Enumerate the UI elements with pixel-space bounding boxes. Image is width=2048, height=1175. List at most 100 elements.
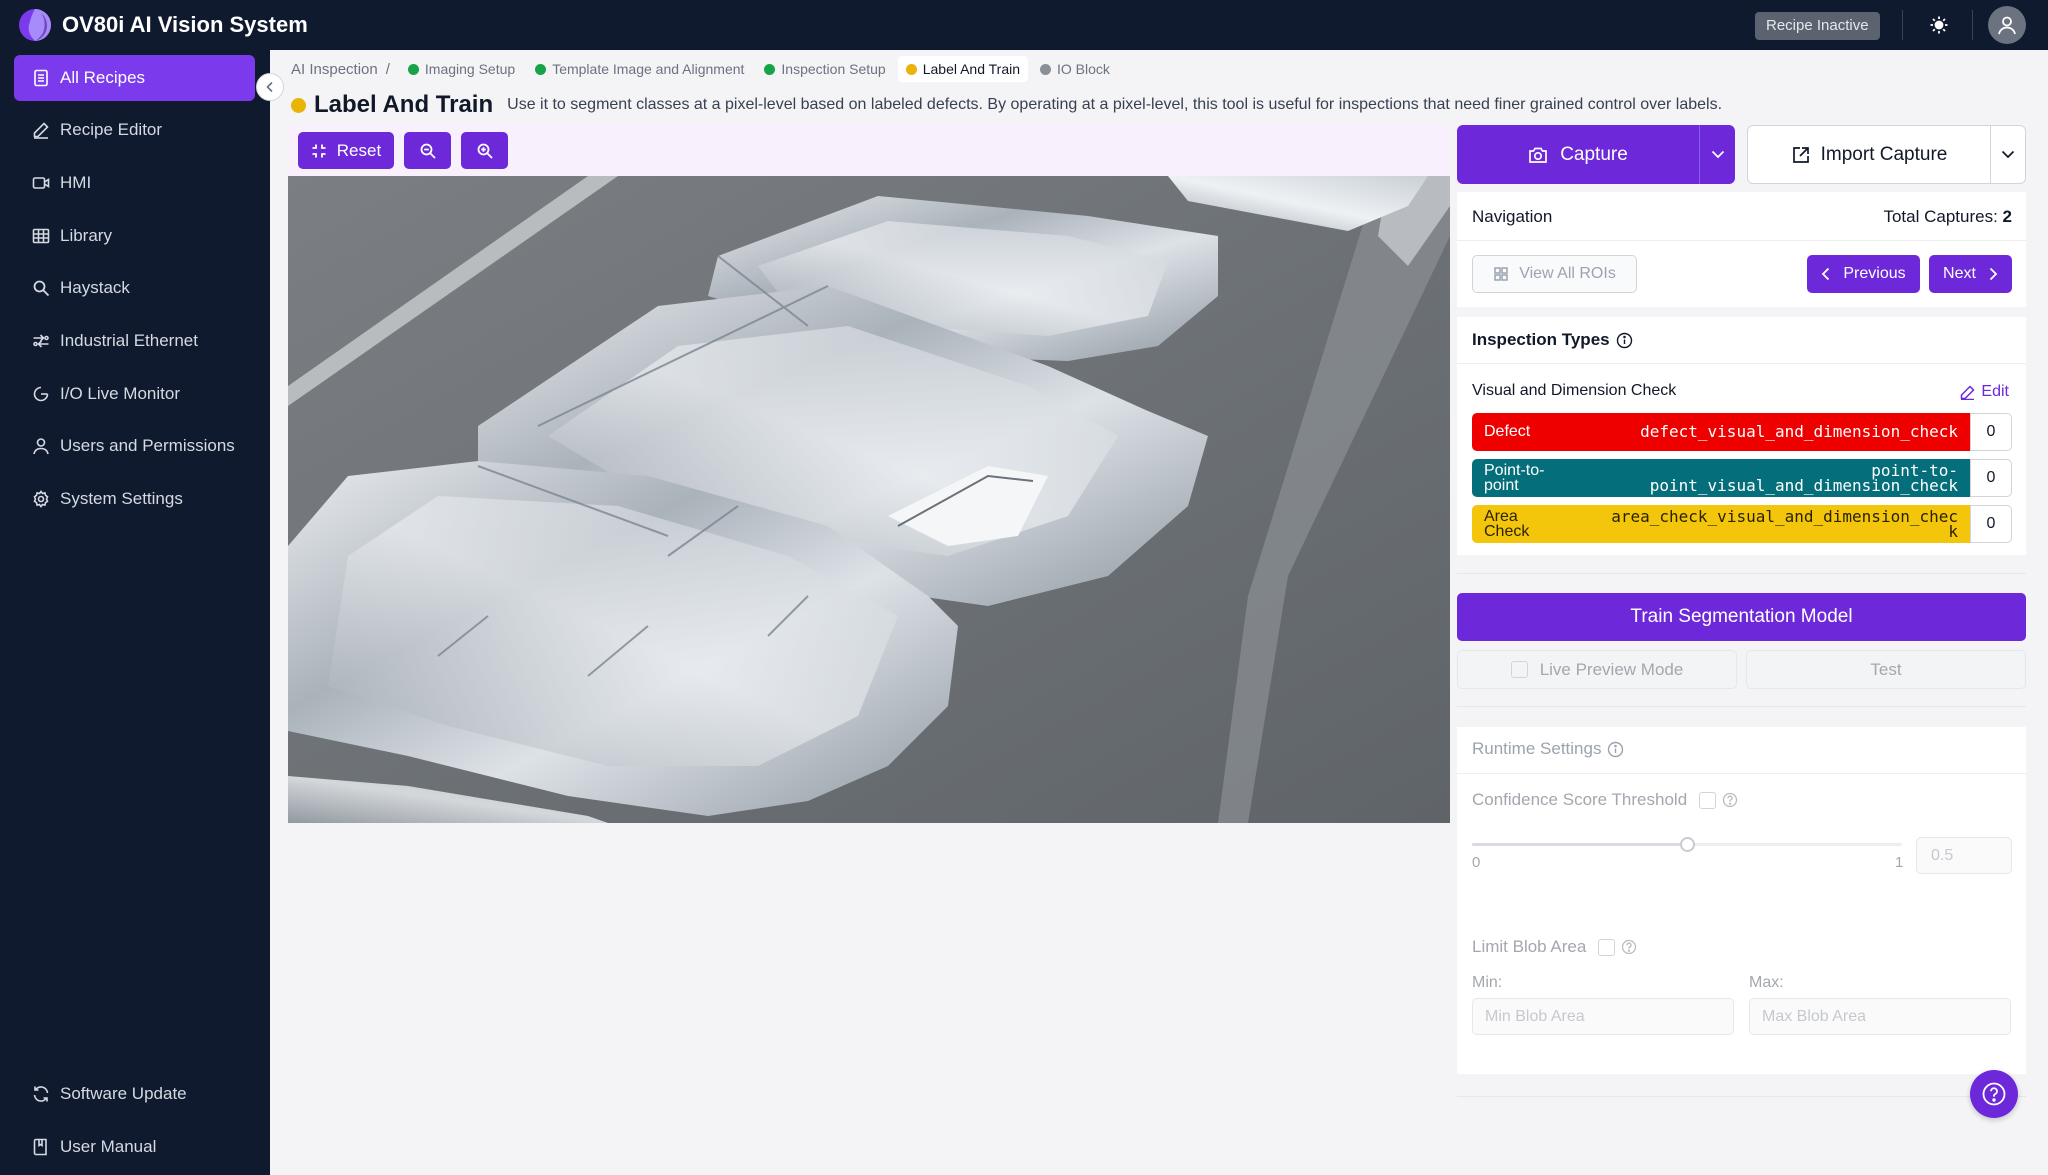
class-color-bar: Point-to- point point-to- point_visual_a… bbox=[1472, 459, 1970, 497]
sidebar-item-label: I/O Live Monitor bbox=[60, 384, 180, 403]
chevron-down-icon bbox=[1711, 150, 1724, 159]
top-divider bbox=[1972, 10, 1973, 40]
breadcrumb-step-imaging-setup[interactable]: Imaging Setup bbox=[400, 56, 523, 82]
runtime-settings-card: Runtime Settings Confidence Score Thresh… bbox=[1457, 727, 2026, 1074]
breadcrumb-root[interactable]: AI Inspection bbox=[291, 61, 378, 78]
total-captures-label: Total Captures: bbox=[1883, 207, 1998, 226]
reset-button[interactable]: Reset bbox=[298, 132, 394, 169]
confidence-threshold-label: Confidence Score Threshold bbox=[1472, 790, 1688, 809]
confidence-slider[interactable] bbox=[1472, 837, 1902, 852]
zoom-out-icon bbox=[420, 143, 436, 159]
live-preview-mode-button[interactable]: Live Preview Mode bbox=[1457, 650, 1737, 689]
confidence-value-input[interactable]: 0.5 bbox=[1916, 837, 2012, 874]
info-icon[interactable] bbox=[1607, 741, 1624, 758]
next-button[interactable]: Next bbox=[1929, 255, 2012, 293]
capture-image[interactable] bbox=[288, 176, 1450, 823]
confidence-threshold-checkbox[interactable] bbox=[1699, 791, 1717, 809]
slider-max-label: 1 bbox=[1895, 854, 1904, 871]
sidebar-item-industrial-ethernet[interactable]: Industrial Ethernet bbox=[14, 318, 255, 364]
breadcrumb-separator: / bbox=[385, 60, 390, 78]
divider bbox=[1457, 706, 2026, 707]
divider bbox=[1457, 363, 2026, 364]
import-label: Import Capture bbox=[1820, 143, 1948, 165]
sidebar-item-hmi[interactable]: HMI bbox=[14, 160, 255, 206]
train-segmentation-model-button[interactable]: Train Segmentation Model bbox=[1457, 593, 2026, 641]
sidebar-item-io-live-monitor[interactable]: I/O Live Monitor bbox=[14, 371, 255, 417]
status-dot bbox=[764, 63, 776, 75]
total-captures: Total Captures: 2 bbox=[1883, 207, 2012, 227]
help-button[interactable] bbox=[1970, 1070, 2018, 1118]
sidebar-item-haystack[interactable]: Haystack bbox=[14, 265, 255, 311]
import-dropdown-button[interactable] bbox=[1991, 126, 2025, 183]
camera-icon bbox=[1529, 147, 1548, 163]
refresh-icon bbox=[33, 1086, 49, 1102]
sidebar-item-system-settings[interactable]: System Settings bbox=[14, 476, 255, 522]
sidebar-item-label: Industrial Ethernet bbox=[60, 331, 198, 350]
inspection-row-area-check[interactable]: Area Check area_check_visual_and_dimensi… bbox=[1472, 505, 2012, 543]
class-key: point_visual_and_dimension_check bbox=[1649, 476, 1958, 495]
theme-toggle-button[interactable] bbox=[1920, 9, 1958, 41]
edit-label: Edit bbox=[1981, 383, 2009, 400]
inspection-group-name: Visual and Dimension Check bbox=[1472, 382, 1677, 399]
sidebar-item-users-and-permissions[interactable]: Users and Permissions bbox=[14, 423, 255, 469]
user-avatar-button[interactable] bbox=[1988, 6, 2026, 44]
sidebar-collapse-button[interactable] bbox=[256, 73, 284, 101]
edit-button[interactable]: Edit bbox=[1960, 383, 2009, 401]
sidebar: All Recipes Recipe Editor HMI Library Ha… bbox=[0, 50, 270, 1175]
gear-icon bbox=[33, 490, 49, 508]
table-icon bbox=[32, 228, 50, 244]
page-header: Label And Train Use it to segment classe… bbox=[291, 91, 1722, 119]
runtime-settings-header: Runtime Settings bbox=[1472, 739, 1624, 759]
sidebar-item-label: All Recipes bbox=[60, 68, 146, 87]
book-icon bbox=[33, 1138, 47, 1156]
live-preview-checkbox[interactable] bbox=[1510, 661, 1528, 678]
reset-label: Reset bbox=[336, 140, 382, 160]
view-all-rois-button[interactable]: View All ROIs bbox=[1472, 255, 1637, 293]
breadcrumb-step-template-image[interactable]: Template Image and Alignment bbox=[527, 56, 752, 82]
capture-dropdown-button[interactable] bbox=[1700, 125, 1735, 184]
breadcrumb-step-io-block[interactable]: IO Block bbox=[1032, 56, 1118, 82]
search-icon bbox=[33, 280, 50, 297]
help-icon[interactable] bbox=[1621, 939, 1637, 955]
class-key: k bbox=[1948, 522, 1958, 541]
next-label: Next bbox=[1943, 265, 1976, 282]
divider bbox=[1457, 573, 2026, 574]
navigation-card: Navigation Total Captures: 2 View All RO… bbox=[1457, 192, 2026, 307]
min-blob-area-input[interactable]: Min Blob Area bbox=[1472, 998, 1734, 1035]
class-color-bar: Area Check area_check_visual_and_dimensi… bbox=[1472, 505, 1970, 543]
chevron-down-icon bbox=[2001, 150, 2015, 159]
divider bbox=[1457, 240, 2026, 241]
sidebar-item-label: Haystack bbox=[60, 278, 130, 297]
inspection-row-point-to-point[interactable]: Point-to- point point-to- point_visual_a… bbox=[1472, 459, 2012, 497]
capture-button-group: Capture bbox=[1457, 125, 1735, 184]
zoom-in-icon bbox=[477, 143, 493, 159]
sidebar-item-library[interactable]: Library bbox=[14, 213, 255, 259]
limit-blob-area-checkbox[interactable] bbox=[1598, 938, 1616, 956]
breadcrumb-step-label-and-train[interactable]: Label And Train bbox=[897, 56, 1029, 82]
import-capture-button[interactable]: Import Capture bbox=[1748, 126, 1990, 183]
previous-button[interactable]: Previous bbox=[1807, 255, 1920, 293]
info-icon[interactable] bbox=[1616, 332, 1633, 349]
class-name: point bbox=[1484, 477, 1519, 494]
import-capture-group: Import Capture bbox=[1747, 125, 2026, 184]
test-button[interactable]: Test bbox=[1746, 650, 2026, 689]
inspection-row-defect[interactable]: Defect defect_visual_and_dimension_check… bbox=[1472, 413, 2012, 451]
breadcrumb-step-inspection-setup[interactable]: Inspection Setup bbox=[756, 56, 893, 82]
class-name: Check bbox=[1484, 523, 1530, 540]
max-blob-area-input[interactable]: Max Blob Area bbox=[1749, 998, 2011, 1035]
top-divider bbox=[1902, 10, 1903, 40]
breadcrumb-step-label: Imaging Setup bbox=[424, 61, 516, 77]
zoom-out-button[interactable] bbox=[404, 132, 451, 169]
slider-thumb[interactable] bbox=[1680, 837, 1695, 852]
import-icon bbox=[1792, 146, 1809, 163]
app-logo-icon bbox=[19, 9, 51, 41]
help-icon[interactable] bbox=[1722, 792, 1738, 808]
class-key: area_check_visual_and_dimension_chec bbox=[1611, 507, 1958, 526]
sidebar-item-all-recipes[interactable]: All Recipes bbox=[14, 55, 255, 101]
sidebar-item-user-manual[interactable]: User Manual bbox=[14, 1124, 255, 1170]
sidebar-item-recipe-editor[interactable]: Recipe Editor bbox=[14, 107, 255, 153]
zoom-in-button[interactable] bbox=[461, 132, 508, 169]
capture-button[interactable]: Capture bbox=[1457, 144, 1699, 166]
sidebar-item-software-update[interactable]: Software Update bbox=[14, 1071, 255, 1117]
navigation-title: Navigation bbox=[1472, 207, 1553, 226]
